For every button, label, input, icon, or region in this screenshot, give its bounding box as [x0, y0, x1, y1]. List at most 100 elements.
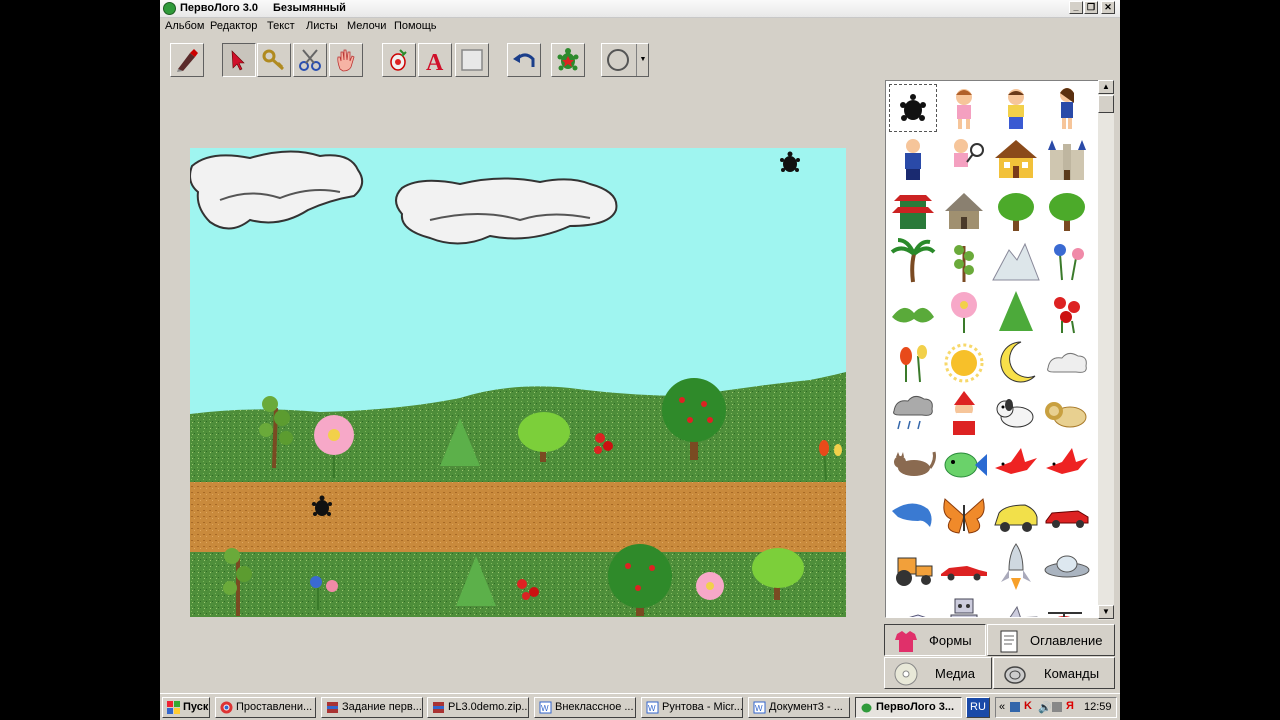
task-chrome[interactable]: Проставлени... [215, 697, 316, 718]
palette-shape-sports-car[interactable] [939, 542, 989, 592]
hand-icon [337, 49, 355, 72]
palette-shape-schoolgirl[interactable] [1042, 83, 1092, 133]
scroll-thumb[interactable] [1098, 95, 1114, 113]
volume-icon[interactable]: 🔊 [1038, 701, 1052, 714]
task-zip[interactable]: PL3.0demo.zip... [427, 697, 529, 718]
palette-shape-butterfly[interactable] [939, 491, 989, 541]
menu-editor[interactable]: Редактор [210, 20, 257, 32]
palette-shape-girl[interactable] [939, 83, 989, 133]
palette-shape-house[interactable] [991, 134, 1041, 184]
palette-shape-mountain[interactable] [991, 236, 1041, 286]
rain-cloud-icon [893, 395, 933, 430]
palette-shape-pink-flower[interactable] [939, 287, 989, 337]
palette-shape-red-flowers[interactable] [1042, 287, 1092, 337]
palette-shape-boy[interactable] [991, 83, 1041, 133]
palette-shape-red-car[interactable] [1042, 491, 1092, 541]
palette-shape-dolphin[interactable] [888, 491, 938, 541]
palette-shape-tulips[interactable] [888, 338, 938, 388]
network-icon[interactable] [1052, 702, 1062, 712]
palette-shape-schoolboy[interactable] [888, 134, 938, 184]
close-icon[interactable]: ✕ [1101, 1, 1115, 14]
minimize-icon[interactable]: _ [1069, 1, 1083, 14]
tree-icon [998, 193, 1034, 231]
scroll-down-icon[interactable]: ▼ [1098, 605, 1114, 619]
palette-shape-tractor[interactable] [888, 542, 938, 592]
tab-media[interactable]: Медиа [884, 657, 992, 689]
palette-shape-fir-tree[interactable] [991, 287, 1041, 337]
hut-icon [945, 193, 983, 229]
palette-shape-tennis-girl[interactable] [939, 134, 989, 184]
palette-shape-hut[interactable] [939, 185, 989, 235]
palette-shape-leaves[interactable] [888, 287, 938, 337]
tab-shapes[interactable]: Формы [884, 624, 986, 656]
menu-help[interactable]: Помощь [394, 20, 437, 32]
text-tool-icon: A [426, 50, 444, 73]
thin-tree-icon [954, 245, 974, 282]
book-icon [1000, 630, 1018, 653]
palette-shape-red-bird[interactable] [991, 440, 1041, 490]
palette-shape-red-bird[interactable] [1042, 440, 1092, 490]
tree-icon [1049, 193, 1085, 231]
scroll-up-icon[interactable]: ▲ [1098, 80, 1114, 94]
shape-selector-dropdown[interactable]: ▼ [601, 43, 649, 77]
menu-album[interactable]: Альбом [165, 20, 204, 32]
tab-commands[interactable]: Команды [993, 657, 1115, 689]
palette-shape-car[interactable] [991, 491, 1041, 541]
hand-tool-button[interactable] [329, 43, 363, 77]
antivirus-icon[interactable]: K [1024, 700, 1032, 712]
palette-scrollbar[interactable]: ▲ ▼ [1098, 80, 1114, 620]
task-pervologo[interactable]: ПервоЛого 3... [855, 697, 962, 718]
language-indicator[interactable]: RU [966, 697, 990, 718]
palette-shape-rain-cloud[interactable] [888, 389, 938, 439]
paint-tool-button[interactable] [170, 43, 204, 77]
new-turtle-button[interactable] [382, 43, 416, 77]
undo-button[interactable] [507, 43, 541, 77]
tab-contents[interactable]: Оглавление [987, 624, 1115, 656]
palette-shape-thin-tree[interactable] [939, 236, 989, 286]
palette-shape-shuttle[interactable] [888, 593, 938, 617]
restore-icon[interactable]: ❐ [1084, 1, 1098, 14]
palette-shape-dog[interactable] [991, 389, 1041, 439]
textbox-tool-button[interactable] [455, 43, 489, 77]
yandex-icon[interactable]: Я [1066, 700, 1074, 712]
drawing-canvas[interactable] [189, 148, 846, 617]
turtle-command-button[interactable] [551, 43, 585, 77]
sun-icon [944, 343, 984, 383]
palette-shape-helicopter[interactable] [1042, 593, 1092, 617]
palette-shape-lion[interactable] [1042, 389, 1092, 439]
text-tool-button[interactable]: A [418, 43, 452, 77]
palette-shape-ufo[interactable] [1042, 542, 1092, 592]
palette-shape-rocket[interactable] [991, 542, 1041, 592]
palette-shape-flowers[interactable] [1042, 236, 1092, 286]
menu-sheets[interactable]: Листы [306, 20, 338, 32]
palette-shape-fish[interactable] [939, 440, 989, 490]
monitor-icon[interactable] [1010, 702, 1020, 712]
palette-shape-cat[interactable] [888, 440, 938, 490]
task-word-1[interactable]: W Внеклассное ... [534, 697, 636, 718]
tray-expand-icon[interactable]: « [999, 701, 1005, 713]
start-button[interactable]: Пуск [162, 697, 210, 718]
scissors-tool-button[interactable] [293, 43, 327, 77]
palette-shape-robot[interactable] [939, 593, 989, 617]
palette-shape-turtle[interactable] [888, 83, 938, 133]
palette-shape-cloud[interactable] [1042, 338, 1092, 388]
key-tool-button[interactable] [257, 43, 291, 77]
archive-icon [327, 702, 338, 713]
palette-shape-santa[interactable] [939, 389, 989, 439]
menu-text[interactable]: Текст [267, 20, 295, 32]
task-winrar[interactable]: Задание перв... [321, 697, 423, 718]
select-tool-button[interactable] [222, 43, 256, 77]
palette-shape-airplane[interactable] [991, 593, 1041, 617]
palette-shape-moon[interactable] [991, 338, 1041, 388]
task-word-3[interactable]: W Документ3 - ... [748, 697, 850, 718]
palette-shape-sun[interactable] [939, 338, 989, 388]
palette-shape-tree[interactable] [991, 185, 1041, 235]
palette-shape-castle[interactable] [1042, 134, 1092, 184]
sports-car-icon [941, 566, 987, 581]
palette-shape-pagoda[interactable] [888, 185, 938, 235]
palette-shape-palm[interactable] [888, 236, 938, 286]
palette-shape-tree[interactable] [1042, 185, 1092, 235]
menu-trifles[interactable]: Мелочи [347, 20, 386, 32]
pink-flower-2 [696, 572, 724, 600]
task-word-2[interactable]: W Рунтова - Micr... [641, 697, 743, 718]
